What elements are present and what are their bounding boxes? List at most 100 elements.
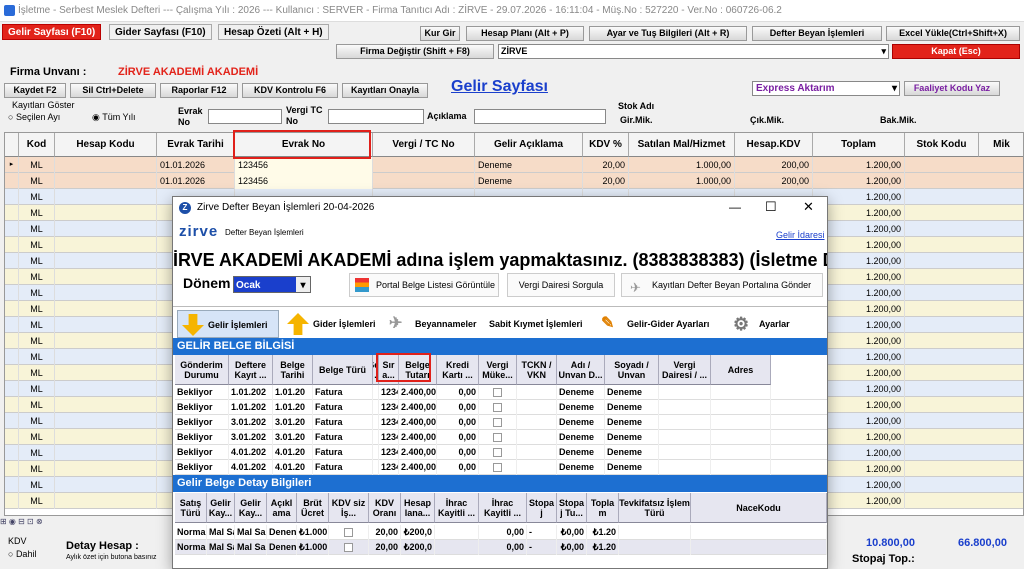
kaydet-button[interactable]: Kaydet F2 — [4, 83, 66, 98]
tab-sabit-kiymet[interactable]: Sabit Kıymet İşlemleri — [469, 310, 599, 338]
belge-cell[interactable]: Deneme — [605, 400, 659, 415]
table-cell[interactable]: ML — [19, 285, 55, 301]
belge-cell[interactable]: 4.01.20 — [273, 445, 313, 460]
detay-cell[interactable]: ₺200,0 — [401, 540, 435, 555]
belge-cell[interactable]: 0,00 — [437, 400, 479, 415]
belge-cell[interactable]: Deneme — [557, 460, 605, 475]
tab-ayarlar[interactable]: ⚙ Ayarlar — [729, 310, 809, 338]
belge-cell[interactable]: 4.01.202 — [229, 460, 273, 475]
belge-cell[interactable]: 1.01.202 — [229, 400, 273, 415]
belge-cell[interactable] — [711, 400, 771, 415]
table-cell[interactable]: 200,00 — [735, 173, 813, 189]
belge-cell[interactable]: Bekliyor — [175, 400, 229, 415]
tab-gelir-gider-ayarlari[interactable]: ✎ Gelir-Gider Ayarları — [597, 310, 727, 338]
belge-row[interactable]: Bekliyor4.01.2024.01.20Fatura 123462.400,… — [175, 445, 827, 460]
belge-cell[interactable]: 12345 — [379, 385, 399, 400]
belge-cell[interactable] — [517, 385, 557, 400]
belge-cell[interactable]: 12345 — [379, 430, 399, 445]
table-cell[interactable]: 123456 — [235, 173, 373, 189]
tab-gelir[interactable]: Gelir Sayfası (F10) — [2, 24, 102, 40]
belge-cell[interactable] — [711, 415, 771, 430]
checkbox[interactable] — [493, 388, 502, 398]
table-cell[interactable]: 1.000,00 — [629, 173, 735, 189]
table-cell[interactable]: ML — [19, 429, 55, 445]
tab-gider-islemleri[interactable]: Gider İşlemleri — [283, 310, 381, 338]
detay-cell[interactable]: 20,00 — [369, 525, 401, 540]
table-cell[interactable]: ML — [19, 477, 55, 493]
mukellef-checkbox[interactable] — [479, 430, 517, 445]
table-cell[interactable] — [55, 317, 157, 333]
table-cell[interactable]: 1.200,00 — [813, 173, 905, 189]
raporlar-button[interactable]: Raporlar F12 — [160, 83, 238, 98]
table-cell[interactable] — [55, 333, 157, 349]
gelir-idaresi-link[interactable]: Gelir İdaresi — [776, 230, 825, 240]
mukellef-checkbox[interactable] — [479, 445, 517, 460]
table-cell[interactable]: ML — [19, 493, 55, 509]
table-cell[interactable]: 1.000,00 — [629, 157, 735, 173]
tab-gider[interactable]: Gider Sayfası (F10) — [109, 24, 212, 40]
table-cell[interactable]: ML — [19, 317, 55, 333]
table-cell[interactable]: 20,00 — [583, 173, 629, 189]
belge-cell[interactable]: Bekliyor — [175, 415, 229, 430]
table-cell[interactable] — [55, 253, 157, 269]
belge-cell[interactable]: 0,00 — [437, 430, 479, 445]
kapat-button[interactable]: Kapat (Esc) — [892, 44, 1020, 59]
detay-cell[interactable]: Denen — [267, 525, 297, 540]
table-cell[interactable] — [55, 349, 157, 365]
checkbox[interactable] — [493, 433, 502, 443]
belge-cell[interactable] — [517, 460, 557, 475]
table-cell[interactable] — [55, 461, 157, 477]
belge-cell[interactable]: 1.01.20 — [273, 385, 313, 400]
detay-cell[interactable]: Mal Sa — [235, 525, 267, 540]
aciklama-input[interactable] — [474, 109, 606, 124]
table-cell[interactable] — [55, 205, 157, 221]
faaliyet-kodu-button[interactable]: Faaliyet Kodu Yaz — [904, 81, 1000, 96]
table-cell[interactable]: Deneme — [475, 173, 583, 189]
belge-cell[interactable]: 1.01.202 — [229, 385, 273, 400]
table-cell[interactable]: ML — [19, 269, 55, 285]
belge-cell[interactable]: 12346 — [379, 445, 399, 460]
detay-cell[interactable]: 20,00 — [369, 540, 401, 555]
detay-cell[interactable]: Denen — [267, 540, 297, 555]
checkbox[interactable] — [493, 403, 502, 413]
table-cell[interactable]: ML — [19, 157, 55, 173]
belge-cell[interactable]: 12346 — [379, 460, 399, 475]
table-cell[interactable]: ML — [19, 381, 55, 397]
detay-cell[interactable]: ₺1.000 — [297, 525, 329, 540]
belge-cell[interactable]: 3.01.202 — [229, 415, 273, 430]
detay-cell[interactable] — [691, 525, 827, 540]
table-cell[interactable]: 01.01.2026 — [157, 173, 235, 189]
express-select[interactable]: Express Aktarım ▾ — [752, 81, 900, 96]
belge-cell[interactable] — [659, 430, 711, 445]
mukellef-checkbox[interactable] — [479, 400, 517, 415]
belge-row[interactable]: Bekliyor4.01.2024.01.20Fatura 123462.400,… — [175, 460, 827, 475]
table-cell[interactable]: 1.200,00 — [813, 157, 905, 173]
table-cell[interactable]: 200,00 — [735, 157, 813, 173]
detay-cell[interactable]: 0,00 — [479, 525, 527, 540]
belge-cell[interactable] — [711, 460, 771, 475]
belge-cell[interactable]: Bekliyor — [175, 460, 229, 475]
excel-yukle-button[interactable]: Excel Yükle(Ctrl+Shift+X) — [886, 26, 1020, 41]
kdvsiz-checkbox[interactable] — [329, 525, 369, 540]
minimize-icon[interactable]: — — [729, 200, 741, 214]
table-cell[interactable] — [55, 237, 157, 253]
detay-cell[interactable]: - — [527, 525, 557, 540]
belge-cell[interactable]: Deneme — [557, 430, 605, 445]
belge-cell[interactable]: 2.400,00 — [399, 385, 437, 400]
belge-cell[interactable]: Deneme — [605, 460, 659, 475]
table-cell[interactable]: ML — [19, 365, 55, 381]
hesap-plani-button[interactable]: Hesap Planı (Alt + P) — [466, 26, 584, 41]
belge-cell[interactable] — [517, 445, 557, 460]
table-cell[interactable]: ML — [19, 221, 55, 237]
belge-row[interactable]: Bekliyor3.01.2023.01.20Fatura 123452.400,… — [175, 415, 827, 430]
belge-cell[interactable] — [711, 385, 771, 400]
donem-select[interactable]: Ocak ▾ — [233, 276, 311, 293]
table-cell[interactable]: ML — [19, 173, 55, 189]
belge-cell[interactable]: 0,00 — [437, 415, 479, 430]
detay-cell[interactable]: Mal Sa — [235, 540, 267, 555]
detay-cell[interactable]: Norma — [175, 525, 207, 540]
belge-cell[interactable]: Bekliyor — [175, 445, 229, 460]
belge-cell[interactable]: Fatura — [313, 460, 373, 475]
maximize-icon[interactable]: ☐ — [765, 199, 777, 215]
belge-cell[interactable]: Fatura — [313, 385, 373, 400]
